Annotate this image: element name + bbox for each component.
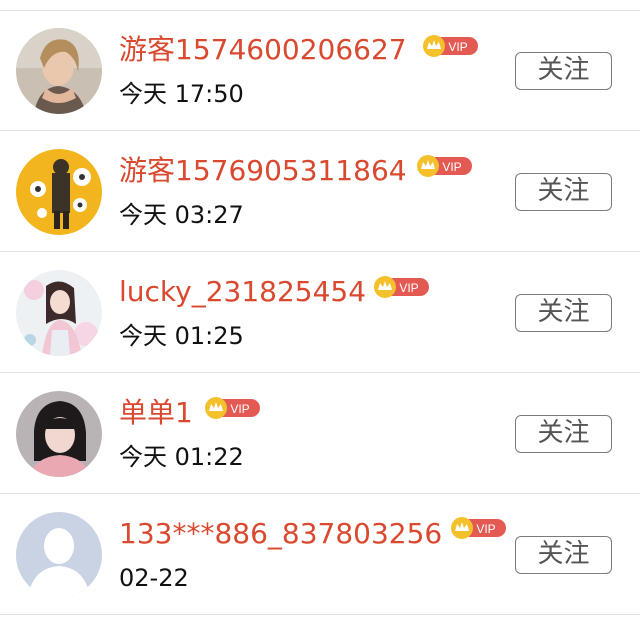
svg-text:VIP: VIP (448, 40, 467, 54)
avatar[interactable] (16, 28, 102, 114)
vip-badge: VIP (423, 35, 478, 57)
avatar[interactable] (16, 512, 102, 598)
visit-time: 02-22 (119, 564, 189, 592)
follow-button[interactable]: 关注 (515, 294, 612, 332)
vip-badge: VIP (205, 397, 260, 419)
visit-time: 今天 17:50 (119, 80, 244, 108)
user-name[interactable]: 133***886_837803256 (119, 517, 442, 551)
avatar[interactable] (16, 270, 102, 356)
list-item[interactable]: 游客1576905311864 VIP 今天 03:27 关注 (0, 132, 640, 252)
list-item[interactable]: 133***886_837803256 VIP 02-22 关注 (0, 495, 640, 615)
follow-button[interactable]: 关注 (515, 415, 612, 453)
svg-text:VIP: VIP (399, 281, 418, 295)
svg-text:VIP: VIP (476, 522, 495, 536)
follow-button[interactable]: 关注 (515, 52, 612, 90)
vip-badge: VIP (417, 155, 472, 177)
avatar[interactable] (16, 149, 102, 235)
follower-list: 游客1574600206627 VIP 今天 17:50 关注 游客157690… (0, 0, 640, 620)
user-name[interactable]: lucky_231825454 (119, 275, 366, 309)
user-name[interactable]: 游客1574600206627 (119, 33, 407, 67)
list-item[interactable]: lucky_231825454 VIP 今天 01:25 关注 (0, 253, 640, 373)
vip-badge: VIP (451, 517, 506, 539)
visit-time: 今天 01:25 (119, 322, 244, 350)
user-name[interactable]: 游客1576905311864 (119, 154, 407, 188)
list-item[interactable]: 游客1574600206627 VIP 今天 17:50 关注 (0, 11, 640, 131)
list-item[interactable]: 单单1 VIP 今天 01:22 关注 (0, 374, 640, 494)
visit-time: 今天 01:22 (119, 443, 244, 471)
visit-time: 今天 03:27 (119, 201, 244, 229)
avatar[interactable] (16, 391, 102, 477)
svg-text:VIP: VIP (230, 402, 249, 416)
follow-button[interactable]: 关注 (515, 536, 612, 574)
vip-badge: VIP (374, 276, 429, 298)
user-name[interactable]: 单单1 (119, 396, 193, 430)
follow-button[interactable]: 关注 (515, 173, 612, 211)
svg-text:VIP: VIP (442, 160, 461, 174)
